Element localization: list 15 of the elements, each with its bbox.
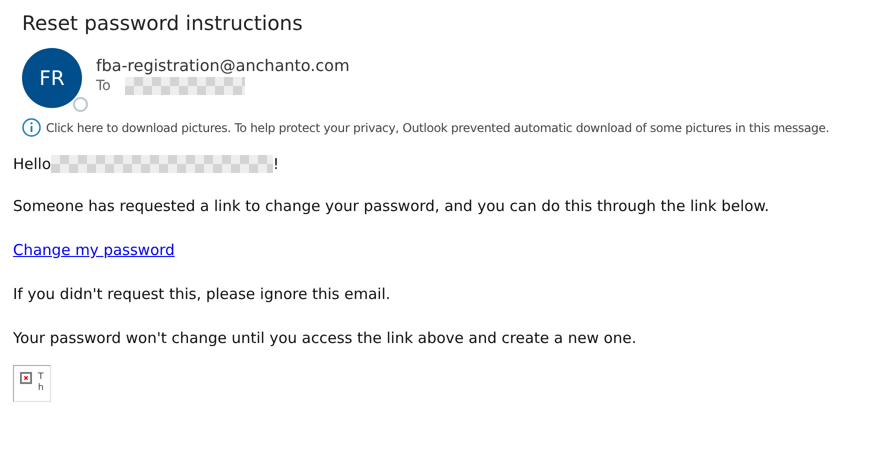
sender-address: fba-registration@anchanto.com bbox=[96, 56, 350, 75]
download-pictures-link[interactable]: Click here to download pictures. To help protect your privacy, Outlook prevented automatic download of some pictures in this message. bbox=[46, 120, 830, 134]
alt-text: T bbox=[38, 372, 44, 383]
greeting-text: Hello bbox=[13, 155, 52, 173]
body-paragraph: Someone has requested a link to change your password, and you can do this through the link below. bbox=[13, 196, 770, 217]
body-paragraph: If you didn't request this, please ignore this email. bbox=[13, 284, 392, 305]
email-subject: Reset password instructions bbox=[22, 10, 304, 36]
exclamation-text: ! bbox=[273, 155, 280, 173]
info-icon bbox=[22, 118, 41, 137]
broken-image-icon bbox=[20, 372, 32, 384]
alt-text: h bbox=[38, 383, 44, 394]
body-paragraph: Your password won't change until you access the link above and create a new one. bbox=[13, 328, 638, 349]
change-password-link[interactable]: Change my password bbox=[13, 241, 175, 259]
to-label: To bbox=[96, 78, 111, 94]
presence-icon bbox=[73, 97, 88, 112]
